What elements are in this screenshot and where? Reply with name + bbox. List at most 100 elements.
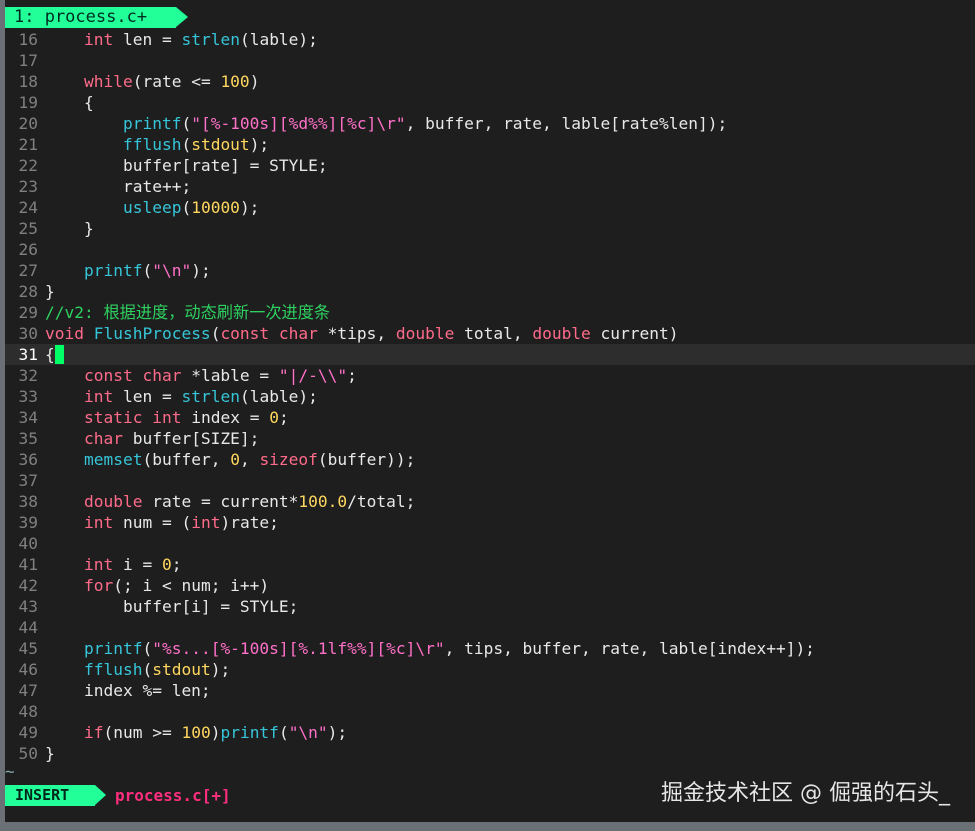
line-number: 17 bbox=[18, 51, 39, 70]
code-line[interactable]: 22 buffer[rate] = STYLE; bbox=[5, 155, 975, 176]
code-text: printf("%s...[%-100s][%.1lf%%][%c]\r", t… bbox=[83, 639, 815, 658]
code-line[interactable]: 38 double rate = current*100.0/total; bbox=[5, 491, 975, 512]
code-text: } bbox=[45, 282, 55, 301]
code-line[interactable]: 23 rate++; bbox=[5, 176, 975, 197]
line-number: 27 bbox=[18, 261, 39, 280]
code-line[interactable]: 46 fflush(stdout); bbox=[5, 659, 975, 680]
code-text: fflush(stdout); bbox=[83, 660, 231, 679]
code-line[interactable]: 21 fflush(stdout); bbox=[5, 134, 975, 155]
code-editor[interactable]: 16 int len = strlen(lable); 17 18 while(ra… bbox=[5, 29, 975, 764]
code-text: void FlushProcess(const char *tips, doub… bbox=[45, 324, 679, 343]
code-line[interactable]: 33 int len = strlen(lable); bbox=[5, 386, 975, 407]
code-text: printf("\n"); bbox=[83, 261, 211, 280]
line-number: 20 bbox=[18, 114, 39, 133]
tab-process-c[interactable]: 1: process.c+ bbox=[5, 7, 176, 28]
code-text: } bbox=[45, 744, 55, 763]
status-filename: process.c[+] bbox=[115, 786, 231, 805]
code-line[interactable]: 19 { bbox=[5, 92, 975, 113]
code-text: int len = strlen(lable); bbox=[83, 30, 318, 49]
line-number: 47 bbox=[18, 681, 39, 700]
line-number: 16 bbox=[18, 30, 39, 49]
code-line[interactable]: 17 bbox=[5, 50, 975, 71]
code-text: const char *lable = "|/-\\"; bbox=[83, 366, 357, 385]
line-number: 43 bbox=[18, 597, 39, 616]
line-number: 29 bbox=[18, 303, 39, 322]
code-line[interactable]: 25 } bbox=[5, 218, 975, 239]
line-number: 23 bbox=[18, 177, 39, 196]
line-number: 38 bbox=[18, 492, 39, 511]
code-line[interactable]: 30 void FlushProcess(const char *tips, do… bbox=[5, 323, 975, 344]
text-cursor bbox=[54, 345, 64, 364]
code-text: int num = (int)rate; bbox=[83, 513, 279, 532]
code-line[interactable]: 34 static int index = 0; bbox=[5, 407, 975, 428]
code-line[interactable]: 20 printf("[%-100s][%d%%][%c]\r", buffer… bbox=[5, 113, 975, 134]
code-text: buffer[i] = STYLE; bbox=[45, 597, 299, 616]
code-text: while(rate <= 100) bbox=[83, 72, 260, 91]
code-line[interactable]: 50} bbox=[5, 743, 975, 764]
code-line[interactable]: 48 bbox=[5, 701, 975, 722]
line-number: 21 bbox=[18, 135, 39, 154]
line-number: 28 bbox=[18, 282, 39, 301]
code-line[interactable]: 32 const char *lable = "|/-\\"; bbox=[5, 365, 975, 386]
code-line[interactable]: 35 char buffer[SIZE]; bbox=[5, 428, 975, 449]
code-text: index %= len; bbox=[45, 681, 211, 700]
code-text: for(; i < num; i++) bbox=[83, 576, 270, 595]
code-text: static int index = 0; bbox=[83, 408, 289, 427]
line-number: 31 bbox=[18, 345, 39, 364]
code-line[interactable]: 47 index %= len; bbox=[5, 680, 975, 701]
line-number: 24 bbox=[18, 198, 39, 217]
code-line[interactable]: 28} bbox=[5, 281, 975, 302]
code-text: { bbox=[45, 93, 94, 112]
code-line[interactable]: 31 { bbox=[5, 344, 975, 365]
line-number: 19 bbox=[18, 93, 39, 112]
line-number: 50 bbox=[18, 744, 39, 763]
line-number: 22 bbox=[18, 156, 39, 175]
line-number: 40 bbox=[18, 534, 39, 553]
code-line[interactable]: 44 bbox=[5, 617, 975, 638]
code-line[interactable]: 43 buffer[i] = STYLE; bbox=[5, 596, 975, 617]
code-text: //v2: 根据进度，动态刷新一次进度条 bbox=[45, 303, 331, 322]
code-text: fflush(stdout); bbox=[122, 135, 270, 154]
line-number: 48 bbox=[18, 702, 39, 721]
code-line[interactable]: 27 printf("\n"); bbox=[5, 260, 975, 281]
code-text: int len = strlen(lable); bbox=[83, 387, 318, 406]
code-line[interactable]: 37 bbox=[5, 470, 975, 491]
line-number: 18 bbox=[18, 72, 39, 91]
code-text: memset(buffer, 0, sizeof(buffer)); bbox=[83, 450, 416, 469]
code-line[interactable]: 18 while(rate <= 100) bbox=[5, 71, 975, 92]
code-line[interactable]: 49 if(num >= 100)printf("\n"); bbox=[5, 722, 975, 743]
line-number: 42 bbox=[18, 576, 39, 595]
watermark: 掘金技术社区 @ 倔强的石头_ bbox=[661, 781, 950, 806]
mode-indicator: INSERT bbox=[5, 785, 95, 806]
window-bottom-border bbox=[0, 822, 975, 831]
code-line[interactable]: 36 memset(buffer, 0, sizeof(buffer)); bbox=[5, 449, 975, 470]
code-line[interactable]: 41 int i = 0; bbox=[5, 554, 975, 575]
line-number: 35 bbox=[18, 429, 39, 448]
code-line[interactable]: 40 bbox=[5, 533, 975, 554]
line-number: 44 bbox=[18, 618, 39, 637]
code-line[interactable]: 26 bbox=[5, 239, 975, 260]
code-text: rate++; bbox=[45, 177, 192, 196]
line-number: 33 bbox=[18, 387, 39, 406]
code-line[interactable]: 39 int num = (int)rate; bbox=[5, 512, 975, 533]
line-number: 25 bbox=[18, 219, 39, 238]
line-number: 26 bbox=[18, 240, 39, 259]
code-text: usleep(10000); bbox=[122, 198, 260, 217]
code-line[interactable]: 24 usleep(10000); bbox=[5, 197, 975, 218]
code-text: buffer[rate] = STYLE; bbox=[45, 156, 328, 175]
code-line[interactable]: 42 for(; i < num; i++) bbox=[5, 575, 975, 596]
code-text: int i = 0; bbox=[83, 555, 182, 574]
code-text: double rate = current*100.0/total; bbox=[83, 492, 416, 511]
tab-arrow-separator bbox=[176, 7, 188, 27]
code-text: char buffer[SIZE]; bbox=[83, 429, 260, 448]
code-line[interactable]: 16 int len = strlen(lable); bbox=[5, 29, 975, 50]
code-line[interactable]: 29 //v2: 根据进度，动态刷新一次进度条 bbox=[5, 302, 975, 323]
code-line[interactable]: 45 printf("%s...[%-100s][%.1lf%%][%c]\r"… bbox=[5, 638, 975, 659]
line-number: 32 bbox=[18, 366, 39, 385]
code-text: } bbox=[45, 219, 94, 238]
line-number: 39 bbox=[18, 513, 39, 532]
line-number: 45 bbox=[18, 639, 39, 658]
line-number: 37 bbox=[18, 471, 39, 490]
line-number: 41 bbox=[18, 555, 39, 574]
tabline: 1: process.c+ bbox=[5, 6, 975, 29]
